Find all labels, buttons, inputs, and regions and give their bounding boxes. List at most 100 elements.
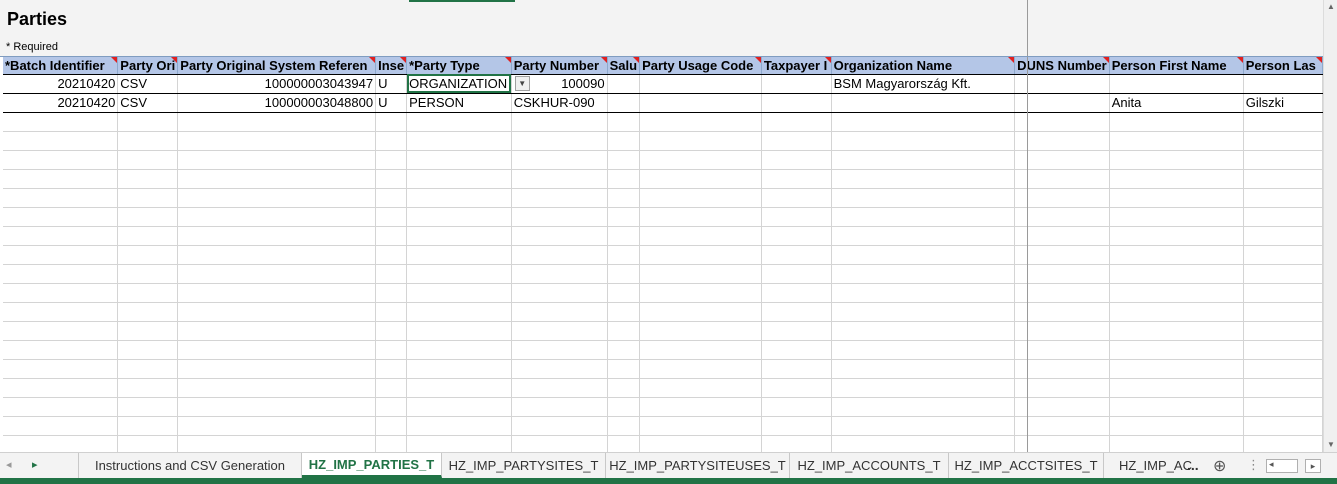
cell-salutation[interactable] xyxy=(607,74,641,94)
required-note[interactable]: * Required xyxy=(6,41,58,53)
cell-person-last-name[interactable] xyxy=(1243,74,1323,94)
header-party-number[interactable]: Party Number xyxy=(511,57,608,75)
hscroll-right-icon[interactable]: ▸ xyxy=(1305,459,1321,473)
tab-hz-imp-ac-truncated[interactable]: HZ_IMP_AC xyxy=(1104,453,1192,478)
empty-row[interactable] xyxy=(3,131,1323,151)
header-party-orig-system-ref[interactable]: Party Original System Referen xyxy=(177,57,377,75)
empty-row[interactable] xyxy=(3,435,1323,452)
header-person-last-name[interactable]: Person Las xyxy=(1243,57,1323,75)
cell-duns-number[interactable] xyxy=(1014,74,1110,94)
comment-indicator xyxy=(754,57,761,63)
spreadsheet-grid[interactable]: Parties * Required *Batch Identifier Par… xyxy=(0,0,1323,452)
empty-row[interactable] xyxy=(3,245,1323,265)
cell-party-type-selected[interactable]: ORGANIZATION ▼ xyxy=(406,74,530,94)
cell-insert-update[interactable]: U xyxy=(375,74,408,94)
tab-hz-imp-parties[interactable]: HZ_IMP_PARTIES_T xyxy=(302,453,442,478)
header-party-usage-code[interactable]: Party Usage Code xyxy=(639,57,762,75)
comment-indicator xyxy=(600,57,607,63)
empty-row[interactable] xyxy=(3,283,1323,303)
cell-batch-id[interactable]: 20210420 xyxy=(3,93,119,113)
cell-insert-update[interactable]: U xyxy=(375,93,408,113)
empty-row[interactable] xyxy=(3,150,1323,170)
header-party-type[interactable]: *Party Type xyxy=(406,57,512,75)
data-table[interactable]: *Batch Identifier Party Ori Party Origin… xyxy=(3,57,1323,452)
comment-indicator xyxy=(111,57,117,63)
hscroll-left-icon[interactable]: ◂ xyxy=(1269,459,1274,470)
cell-orig-system-ref[interactable]: 100000003048800 xyxy=(177,93,377,113)
cell-person-first-name[interactable]: Anita xyxy=(1109,93,1244,113)
comment-indicator xyxy=(1102,57,1109,63)
empty-row[interactable] xyxy=(3,207,1323,227)
empty-row[interactable] xyxy=(3,340,1323,360)
sheet-tab-bar: ◂ ▸ Instructions and CSV Generation HZ_I… xyxy=(0,452,1337,479)
cell-person-last-name[interactable]: Gilszki xyxy=(1243,93,1323,113)
empty-row[interactable] xyxy=(3,416,1323,436)
tab-hz-imp-partysiteuses[interactable]: HZ_IMP_PARTYSITEUSES_T xyxy=(606,453,790,478)
title-band xyxy=(0,0,1323,56)
freeze-pane-vertical xyxy=(1027,0,1028,452)
status-bar-accent xyxy=(0,478,1337,484)
cell-organization-name[interactable] xyxy=(831,93,1016,113)
cell-batch-id[interactable]: 20210420 xyxy=(3,74,119,94)
selected-column-indicator xyxy=(409,0,515,2)
header-insert-update[interactable]: Inse xyxy=(375,57,408,75)
comment-indicator xyxy=(400,57,406,63)
cell-taxpayer-id[interactable] xyxy=(761,74,832,94)
sheet-title[interactable]: Parties xyxy=(7,9,67,30)
cell-party-usage-code[interactable] xyxy=(639,74,762,94)
add-sheet-icon[interactable]: ⊕ xyxy=(1213,456,1226,476)
cell-party-number[interactable]: CSKHUR-090 xyxy=(511,93,608,113)
cell-party-orig[interactable]: CSV xyxy=(117,93,179,113)
chevron-down-icon[interactable]: ▼ xyxy=(514,75,530,91)
empty-row[interactable] xyxy=(3,302,1323,322)
comment-indicator xyxy=(824,57,831,63)
cell-duns-number[interactable] xyxy=(1014,93,1110,113)
empty-row[interactable] xyxy=(3,112,1323,132)
header-taxpayer-id[interactable]: Taxpayer I xyxy=(761,57,832,75)
comment-indicator xyxy=(369,57,375,63)
cell-taxpayer-id[interactable] xyxy=(761,93,832,113)
header-batch-identifier[interactable]: *Batch Identifier xyxy=(3,57,119,75)
header-row: *Batch Identifier Party Ori Party Origin… xyxy=(3,57,1323,75)
tab-scroll-right-icon[interactable]: ▸ xyxy=(32,458,38,471)
table-row: 20210420 CSV 100000003043947 U ORGANIZAT… xyxy=(3,74,1323,94)
comment-indicator xyxy=(1008,57,1014,63)
comment-indicator xyxy=(171,57,177,63)
tab-options-icon[interactable]: ⋮ xyxy=(1247,457,1260,473)
cell-party-usage-code[interactable] xyxy=(639,93,762,113)
empty-row[interactable] xyxy=(3,226,1323,246)
comment-indicator xyxy=(1236,57,1243,63)
empty-row[interactable] xyxy=(3,264,1323,284)
empty-row[interactable] xyxy=(3,169,1323,189)
freeze-pane-horizontal xyxy=(0,56,1323,57)
scroll-up-icon[interactable]: ▲ xyxy=(1326,2,1336,12)
empty-row[interactable] xyxy=(3,359,1323,379)
scroll-down-icon[interactable]: ▼ xyxy=(1326,440,1336,450)
tab-scroll-left-icon[interactable]: ◂ xyxy=(6,458,12,471)
comment-indicator xyxy=(1316,57,1322,63)
empty-row[interactable] xyxy=(3,188,1323,208)
tab-hz-imp-partysites[interactable]: HZ_IMP_PARTYSITES_T xyxy=(442,453,606,478)
header-duns-number[interactable]: DUNS Number xyxy=(1014,57,1110,75)
header-salutation[interactable]: Salu xyxy=(607,57,641,75)
tab-instructions[interactable]: Instructions and CSV Generation xyxy=(78,453,302,478)
cell-person-first-name[interactable] xyxy=(1109,74,1244,94)
more-tabs-button[interactable]: ... xyxy=(1187,457,1199,473)
cell-organization-name[interactable]: BSM Magyarország Kft. xyxy=(831,74,1016,94)
empty-row[interactable] xyxy=(3,397,1323,417)
cell-party-orig[interactable]: CSV xyxy=(117,74,179,94)
header-organization-name[interactable]: Organization Name xyxy=(831,57,1016,75)
header-party-orig[interactable]: Party Ori xyxy=(117,57,179,75)
tab-hz-imp-accounts[interactable]: HZ_IMP_ACCOUNTS_T xyxy=(790,453,949,478)
empty-row[interactable] xyxy=(3,321,1323,341)
vertical-scrollbar[interactable]: ▲ ▼ xyxy=(1323,0,1337,452)
table-row: 20210420 CSV 100000003048800 U PERSON CS… xyxy=(3,93,1323,113)
cell-salutation[interactable] xyxy=(607,93,641,113)
empty-row[interactable] xyxy=(3,378,1323,398)
header-person-first-name[interactable]: Person First Name xyxy=(1109,57,1244,75)
tab-hz-imp-acctsites[interactable]: HZ_IMP_ACCTSITES_T xyxy=(949,453,1104,478)
cell-party-type[interactable]: PERSON xyxy=(406,93,512,113)
comment-indicator xyxy=(504,57,511,63)
cell-orig-system-ref[interactable]: 100000003043947 xyxy=(177,74,377,94)
comment-indicator xyxy=(633,57,639,63)
